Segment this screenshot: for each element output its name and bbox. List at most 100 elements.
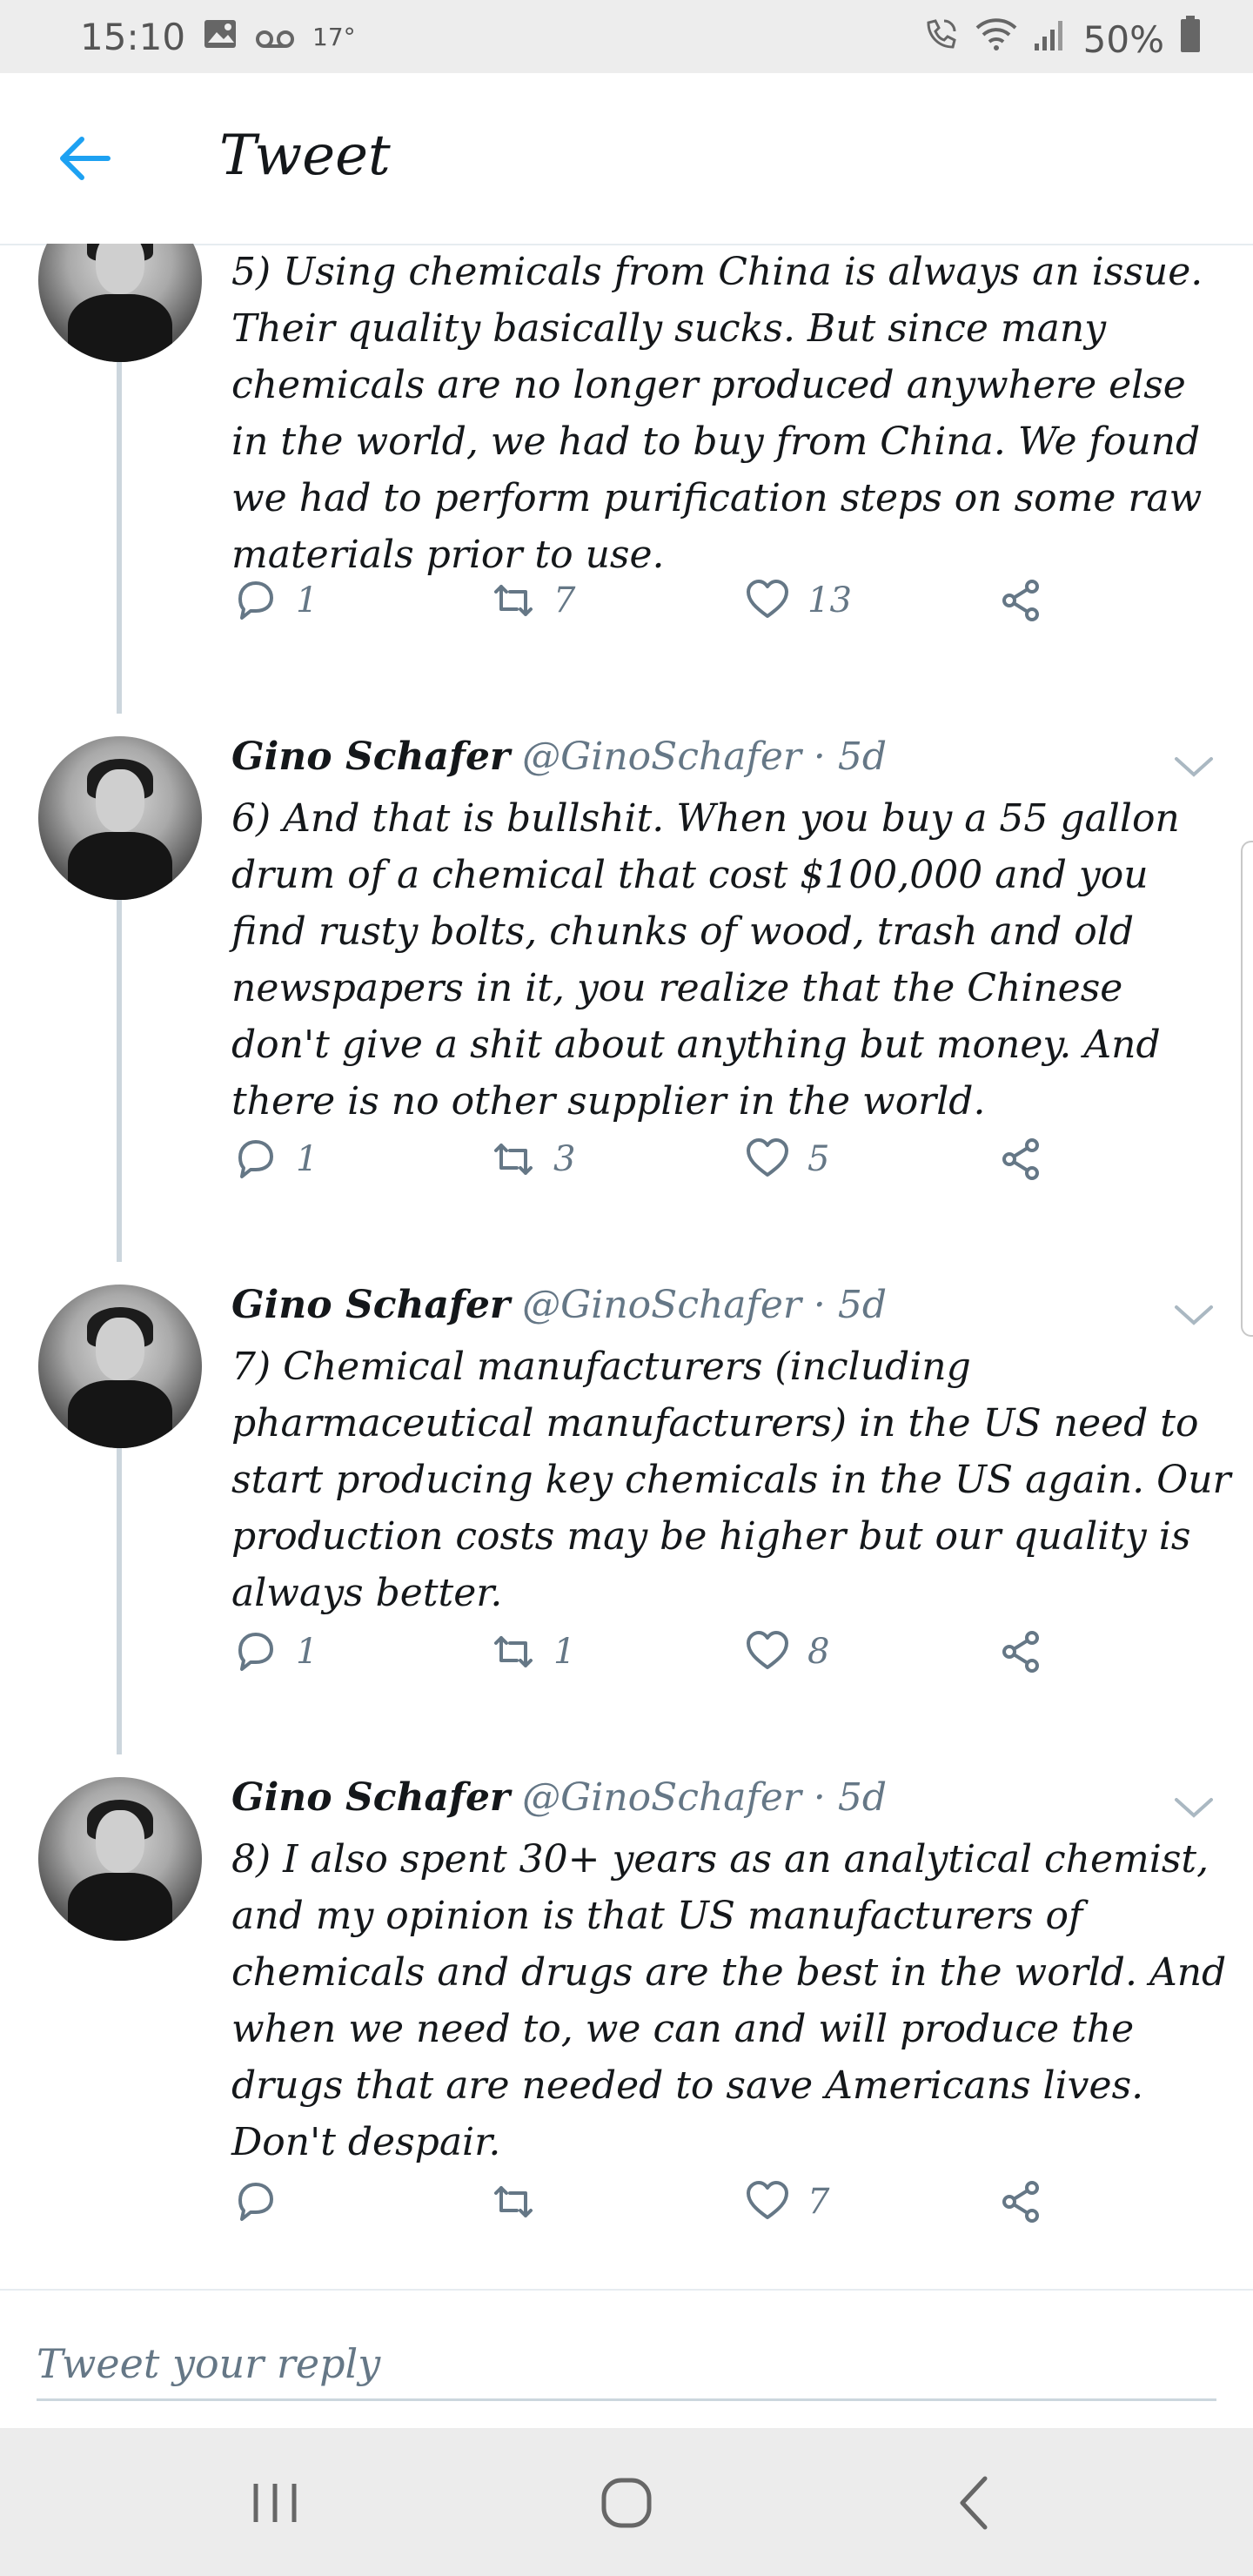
reply-icon [238, 1140, 273, 1178]
heart-icon [747, 1631, 788, 1669]
status-bar: 15:10 17° 50% [0, 0, 1253, 73]
thread-line [117, 900, 122, 1262]
status-time: 15:10 [80, 16, 186, 58]
wifi-icon [975, 17, 1017, 61]
reply-button[interactable]: 1 [231, 1627, 318, 1676]
tweet-time: · 5d [813, 1283, 888, 1327]
tweet-actions: 1 3 5 [231, 1135, 1102, 1196]
tweet-thread: 5) Using chemicals from China is always … [0, 244, 1253, 2289]
share-icon [1002, 580, 1039, 621]
share-icon [1002, 1631, 1039, 1673]
tweet-header: Gino Schafer @GinoSchafer · 5d [231, 1775, 887, 1820]
tweet-8[interactable]: Gino Schafer @GinoSchafer · 5d 8) I also… [0, 1754, 1253, 2289]
tweet-actions: 7 [231, 2177, 1102, 2238]
reply-icon [238, 1633, 273, 1671]
user-handle[interactable]: @GinoSchafer [522, 735, 801, 779]
user-name[interactable]: Gino Schafer [231, 1775, 510, 1820]
reply-button[interactable] [231, 2177, 296, 2226]
thread-line [117, 1448, 122, 1754]
like-count: 13 [807, 580, 852, 621]
avatar[interactable] [38, 1777, 202, 1941]
reply-composer [0, 2289, 1253, 2430]
tweet-text: 6) And that is bullshit. When you buy a … [231, 796, 1180, 1124]
tweet-text: 7) Chemical manufacturers (including pha… [231, 1345, 1231, 1615]
like-count: 5 [807, 1139, 830, 1179]
tweet-text: 5) Using chemicals from China is always … [231, 250, 1203, 577]
reply-button[interactable]: 1 [231, 576, 318, 625]
tweet-6[interactable]: Gino Schafer @GinoSchafer · 5d 6) And th… [0, 714, 1253, 1262]
recent-apps-button[interactable] [240, 2468, 310, 2538]
battery-percent: 50% [1082, 17, 1164, 61]
avatar[interactable] [38, 244, 202, 362]
reply-input[interactable] [37, 2329, 1216, 2401]
tweet-7[interactable]: Gino Schafer @GinoSchafer · 5d 7) Chemic… [0, 1262, 1253, 1754]
scrollbar[interactable] [1241, 841, 1253, 1337]
retweet-button[interactable]: 3 [489, 1135, 575, 1184]
tweet-text: 8) I also spent 30+ years as an analytic… [231, 1837, 1227, 2164]
tweet-time: · 5d [813, 735, 888, 779]
like-count: 7 [807, 2182, 830, 2222]
reply-count: 1 [296, 1632, 318, 1672]
status-temp: 17° [312, 23, 356, 51]
heart-icon [747, 2181, 788, 2219]
retweet-icon [494, 1636, 533, 1667]
status-left: 15:10 17° [80, 16, 356, 58]
tweet-actions: 1 7 13 [231, 576, 1102, 637]
tweet-menu-button[interactable] [1173, 1302, 1215, 1328]
chevron-down-icon [1175, 757, 1213, 777]
share-button[interactable] [997, 1135, 1046, 1184]
system-back-button[interactable] [940, 2468, 1009, 2538]
user-handle[interactable]: @GinoSchafer [522, 1283, 801, 1327]
tweet-menu-button[interactable] [1173, 754, 1215, 780]
retweet-icon [494, 585, 533, 616]
user-name[interactable]: Gino Schafer [231, 1283, 510, 1327]
user-handle[interactable]: @GinoSchafer [522, 1775, 801, 1820]
home-icon [601, 2478, 652, 2528]
arrow-left-icon [60, 137, 111, 180]
share-icon [1002, 2181, 1039, 2223]
recent-apps-icon [253, 2484, 297, 2522]
status-right: 50% [921, 16, 1201, 63]
tweet-header: Gino Schafer @GinoSchafer · 5d [231, 735, 887, 779]
reply-button[interactable]: 1 [231, 1135, 318, 1184]
like-button[interactable]: 13 [743, 576, 852, 625]
reply-icon [238, 2183, 273, 2221]
retweet-button[interactable]: 1 [489, 1627, 575, 1676]
like-button[interactable]: 8 [743, 1627, 829, 1676]
voicemail-icon [255, 16, 295, 58]
home-button[interactable] [592, 2468, 661, 2538]
tweet-actions: 1 1 8 [231, 1627, 1102, 1688]
like-button[interactable]: 5 [743, 1135, 829, 1184]
header: Tweet [0, 73, 1253, 245]
retweet-button[interactable] [489, 2177, 553, 2226]
retweet-icon [494, 2186, 533, 2217]
retweet-count: 3 [553, 1139, 576, 1179]
thread-line [117, 362, 122, 714]
like-button[interactable]: 7 [743, 2177, 829, 2226]
retweet-count: 1 [553, 1632, 576, 1672]
avatar[interactable] [38, 1285, 202, 1448]
page-title: Tweet [219, 124, 391, 188]
retweet-icon [494, 1144, 533, 1175]
tweet-menu-button[interactable] [1173, 1794, 1215, 1821]
share-button[interactable] [997, 2177, 1046, 2226]
reply-icon [238, 581, 273, 620]
share-button[interactable] [997, 576, 1046, 625]
like-count: 8 [807, 1632, 830, 1672]
tweet-header: Gino Schafer @GinoSchafer · 5d [231, 1283, 887, 1327]
signal-icon [1033, 17, 1068, 61]
avatar[interactable] [38, 736, 202, 900]
tweet-5[interactable]: 5) Using chemicals from China is always … [0, 244, 1253, 714]
share-button[interactable] [997, 1627, 1046, 1676]
reply-count: 1 [296, 580, 318, 621]
system-nav-bar [0, 2428, 1253, 2576]
back-button[interactable] [54, 127, 117, 190]
chevron-down-icon [1175, 1798, 1213, 1818]
user-name[interactable]: Gino Schafer [231, 735, 510, 779]
back-icon [960, 2476, 988, 2530]
retweet-count: 7 [553, 580, 576, 621]
image-icon [203, 16, 238, 58]
share-icon [1002, 1138, 1039, 1180]
reply-count: 1 [296, 1139, 318, 1179]
retweet-button[interactable]: 7 [489, 576, 575, 625]
